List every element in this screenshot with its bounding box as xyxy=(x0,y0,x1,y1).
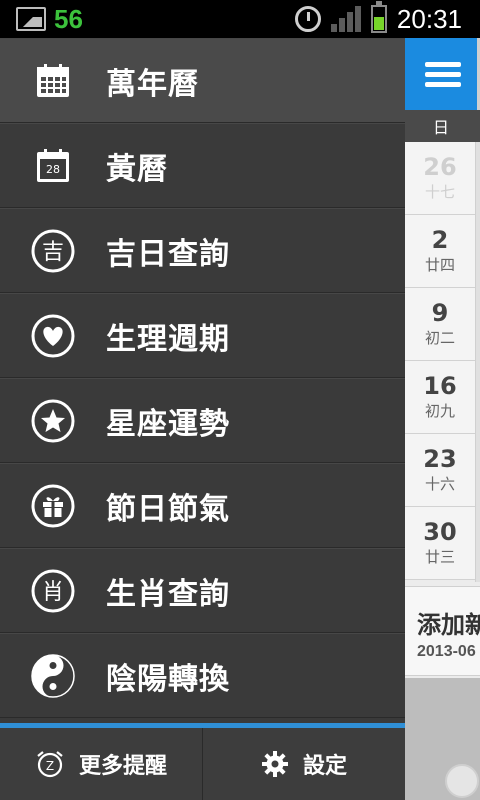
image-icon xyxy=(16,7,46,31)
menu-item-menstrual-cycle[interactable]: 生理週期 xyxy=(0,293,405,378)
menu-label: 萬年曆 xyxy=(106,66,199,102)
alarm-icon xyxy=(294,6,321,32)
date-column: 26 十七 2 廿四 9 初二 16 初九 23 十六 30 廿三 xyxy=(405,142,475,580)
calendar-view: 日 26 十七 2 廿四 9 初二 16 初九 23 十六 30 廿三 添加新 … xyxy=(405,38,480,800)
menu-label: 陰陽轉換 xyxy=(106,661,230,697)
menu-item-almanac[interactable]: 28 黃曆 xyxy=(0,123,405,208)
date-number: 30 xyxy=(423,517,457,546)
date-number: 2 xyxy=(431,225,449,254)
navigation-drawer: 萬年曆 28 黃曆 吉 吉日查詢 生理週期 星座運勢 節日節氣 肖 生肖查詢 陰… xyxy=(0,38,405,800)
menu-item-zodiac[interactable]: 肖 生肖查詢 xyxy=(0,548,405,633)
gear-icon xyxy=(261,751,288,777)
lunar-date: 初九 xyxy=(424,401,455,420)
clock: 20:31 xyxy=(396,3,462,34)
auspicious-icon: 吉 xyxy=(31,229,75,272)
date-number: 9 xyxy=(431,298,449,327)
lunar-date: 初二 xyxy=(424,328,455,347)
menu-label: 星座運勢 xyxy=(106,406,230,442)
calendar-day-number: 28 xyxy=(46,163,60,176)
menu-item-perpetual-calendar[interactable]: 萬年曆 xyxy=(0,38,405,123)
notification-count: 56 xyxy=(54,3,83,34)
alarm-clock-icon: Z xyxy=(37,751,63,778)
menu-label: 吉日查詢 xyxy=(106,236,230,272)
lunar-date: 廿三 xyxy=(424,547,455,566)
lunar-date: 十七 xyxy=(424,182,455,201)
menu-label: 黃曆 xyxy=(106,151,168,187)
weekday-header: 日 xyxy=(405,110,480,142)
lunar-date: 十六 xyxy=(424,474,455,493)
date-cell[interactable]: 26 十七 xyxy=(405,142,475,215)
add-event-title: 添加新 xyxy=(417,611,480,639)
auspicious-glyph: 吉 xyxy=(42,240,64,265)
add-event-date: 2013-06 xyxy=(417,643,476,660)
gift-icon xyxy=(31,484,75,527)
more-reminders-label: 更多提醒 xyxy=(78,754,167,779)
menu-label: 生理週期 xyxy=(106,321,230,357)
drawer-bottom-bar: Z 更多提醒 設定 xyxy=(0,728,405,800)
menu-label: 節日節氣 xyxy=(106,491,230,527)
menu-item-lunar-conversion[interactable]: 陰陽轉換 xyxy=(0,633,405,718)
battery-icon xyxy=(370,1,387,33)
menu-item-festivals[interactable]: 節日節氣 xyxy=(0,463,405,548)
date-number: 26 xyxy=(423,152,457,181)
yin-yang-icon xyxy=(31,653,75,698)
date-number: 16 xyxy=(423,371,457,400)
date-cell[interactable]: 30 廿三 xyxy=(405,507,475,580)
menu-item-auspicious-day[interactable]: 吉 吉日查詢 xyxy=(0,208,405,293)
menu-item-horoscope[interactable]: 星座運勢 xyxy=(0,378,405,463)
add-event-card[interactable]: 添加新 2013-06 xyxy=(405,586,480,676)
menu-label: 生肖查詢 xyxy=(106,576,230,612)
zodiac-glyph: 肖 xyxy=(42,580,64,605)
signal-icon xyxy=(330,6,361,32)
heart-icon xyxy=(31,314,75,357)
zodiac-icon: 肖 xyxy=(31,569,75,612)
date-cell[interactable]: 16 初九 xyxy=(405,361,475,434)
settings-label: 設定 xyxy=(302,754,347,779)
status-bar: 56 20:31 xyxy=(0,0,480,38)
hamburger-icon xyxy=(424,57,461,92)
star-icon xyxy=(31,399,75,442)
date-cell[interactable]: 23 十六 xyxy=(405,434,475,507)
date-cell[interactable]: 9 初二 xyxy=(405,288,475,361)
calendar-day-icon: 28 xyxy=(37,148,69,182)
more-reminders-button[interactable]: Z 更多提醒 xyxy=(0,728,202,800)
menu-toggle-button[interactable] xyxy=(405,38,480,110)
svg-text:Z: Z xyxy=(46,759,54,773)
calendar-grid-icon xyxy=(37,63,69,97)
floating-round-button[interactable] xyxy=(445,764,479,798)
date-number: 23 xyxy=(423,444,457,473)
date-cell[interactable]: 2 廿四 xyxy=(405,215,475,288)
settings-button[interactable]: 設定 xyxy=(202,728,405,800)
lunar-date: 廿四 xyxy=(424,255,455,274)
